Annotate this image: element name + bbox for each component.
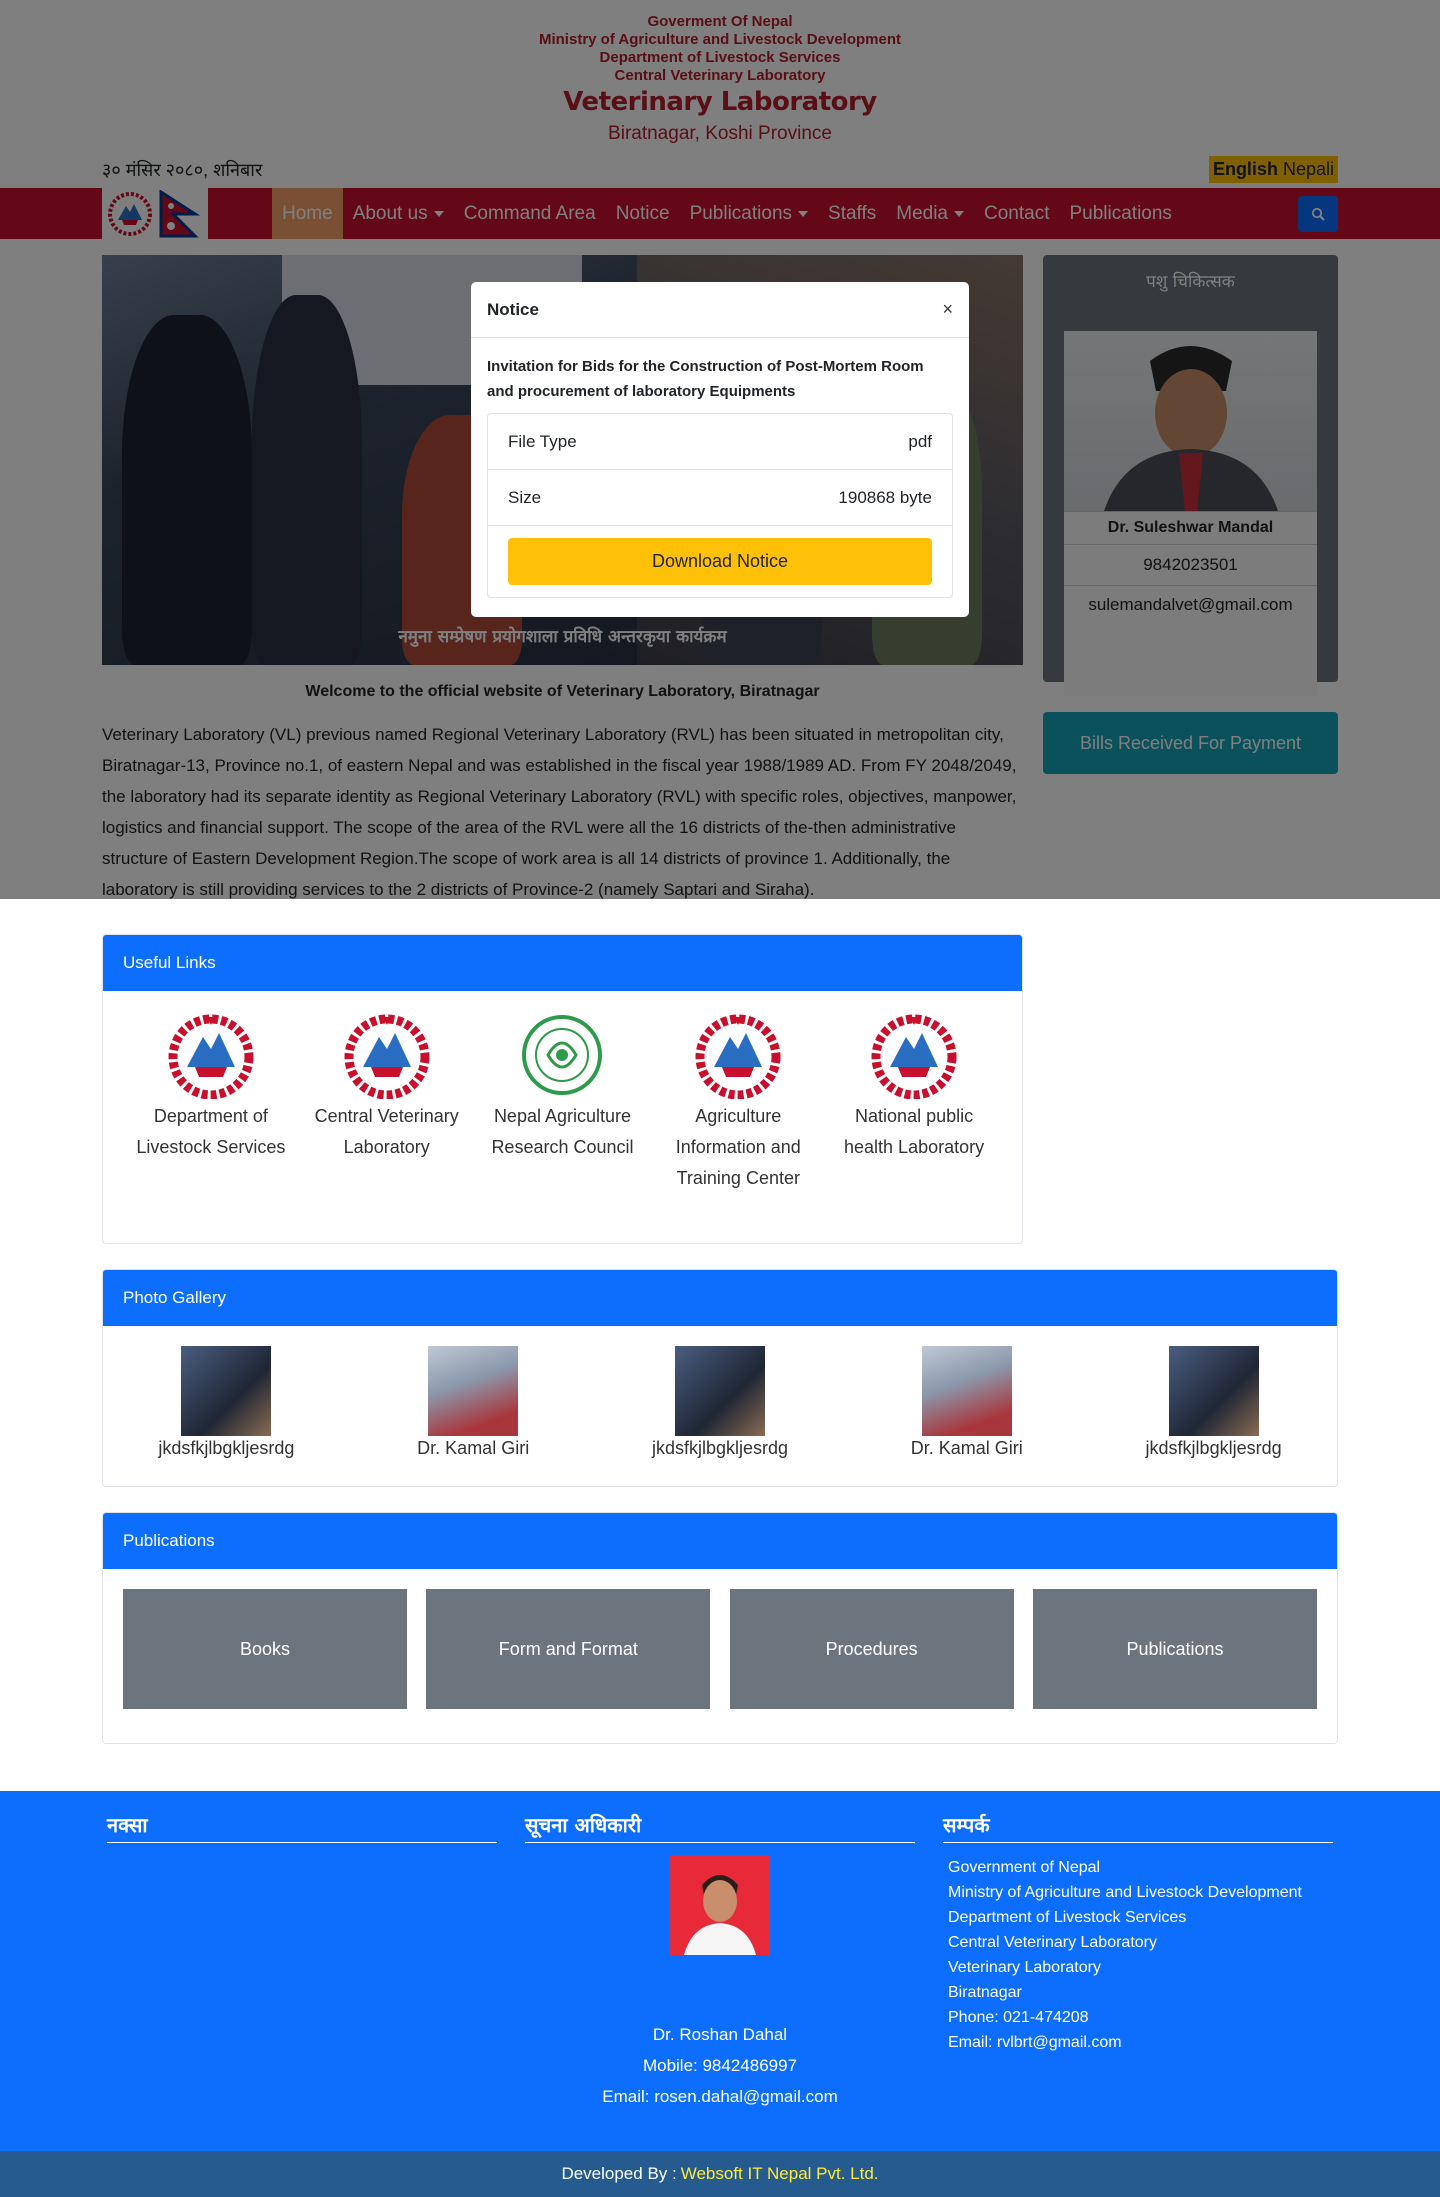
pub-tile-books[interactable]: Books: [123, 1589, 407, 1709]
developer-link[interactable]: Websoft IT Nepal Pvt. Ltd.: [681, 2164, 879, 2184]
download-notice-button[interactable]: Download Notice: [508, 538, 932, 585]
contact-line: Government of Nepal: [948, 1859, 1101, 1876]
useful-links-list: Department of Livestock Services Central…: [103, 991, 1022, 1194]
link-label: Agriculture Information and Training Cen…: [675, 1106, 801, 1188]
notice-modal: Notice × Invitation for Bids for the Con…: [471, 282, 969, 617]
useful-links-header: Useful Links: [103, 935, 1022, 991]
contact-line: Ministry of Agriculture and Livestock De…: [948, 1884, 1302, 1901]
gallery-item[interactable]: jkdsfkjlbgkljesrdg: [620, 1346, 820, 1459]
photo-gallery-header: Photo Gallery: [103, 1270, 1337, 1326]
footer-map-col: नक्सा: [102, 1811, 502, 2112]
close-icon[interactable]: ×: [942, 299, 953, 320]
link-label: National public health Laboratory: [844, 1106, 985, 1157]
modal-header: Notice ×: [471, 282, 969, 338]
contact-line: Department of Livestock Services: [948, 1909, 1187, 1926]
link-label: Department of Livestock Services: [136, 1106, 286, 1157]
gallery-caption: jkdsfkjlbgkljesrdg: [1145, 1438, 1282, 1458]
narc-logo-icon: [522, 1015, 603, 1095]
officer-name: Dr. Roshan Dahal: [652, 2025, 788, 2044]
gallery-caption: jkdsfkjlbgkljesrdg: [158, 1438, 295, 1458]
publications-header: Publications: [103, 1513, 1337, 1569]
officer-email: Email: rosen.dahal@gmail.com: [602, 2087, 838, 2106]
size-label: Size: [508, 487, 542, 507]
link-label: Central Veterinary Laboratory: [314, 1106, 459, 1157]
link-item[interactable]: Central Veterinary Laboratory: [305, 1011, 469, 1194]
contact-line: Biratnagar: [948, 1984, 1022, 2001]
link-item[interactable]: National public health Laboratory: [832, 1011, 996, 1194]
gallery-caption: jkdsfkjlbgkljesrdg: [651, 1438, 789, 1458]
gallery-item[interactable]: jkdsfkjlbgkljesrdg: [126, 1346, 326, 1459]
gallery-caption: Dr. Kamal Giri: [417, 1438, 530, 1458]
footer-contact-col: सम्पर्क Government of Nepal Ministry of …: [938, 1811, 1338, 2112]
gallery-thumbnail: [921, 1346, 1012, 1436]
officer-mobile: Mobile: 9842486997: [642, 2056, 798, 2075]
footer-officer-col: सूचना अधिकारी Dr. Roshan Dahal Mobile: 9…: [520, 1811, 920, 2112]
gallery-item[interactable]: Dr. Kamal Giri: [867, 1346, 1067, 1459]
gallery-list: jkdsfkjlbgkljesrdg Dr. Kamal Giri jkdsfk…: [103, 1326, 1337, 1459]
footer-contact-title: सम्पर्क: [943, 1811, 1333, 1843]
link-item[interactable]: Nepal Agriculture Research Council: [480, 1011, 644, 1194]
gallery-item[interactable]: Dr. Kamal Giri: [373, 1346, 573, 1459]
nepal-emblem-icon: [344, 1014, 430, 1099]
notice-description: Invitation for Bids for the Construction…: [487, 358, 924, 400]
info-officer: Dr. Roshan Dahal Mobile: 9842486997 Emai…: [525, 1855, 915, 2112]
link-item[interactable]: Agriculture Information and Training Cen…: [656, 1011, 820, 1194]
notice-details: File Type pdf Size 190868 byte Download …: [487, 413, 953, 598]
gallery-caption: Dr. Kamal Giri: [910, 1438, 1023, 1458]
gallery-thumbnail: [674, 1346, 765, 1436]
nepal-emblem-icon: [168, 1014, 254, 1099]
pub-tile-publications[interactable]: Publications: [1032, 1589, 1317, 1709]
contact-line: Central Veterinary Laboratory: [948, 1934, 1157, 1951]
gallery-thumbnail: [181, 1346, 272, 1436]
publications-card: Publications Books Form and Format Proce…: [102, 1512, 1338, 1744]
gallery-thumbnail: [1168, 1346, 1259, 1436]
size-row: Size 190868 byte: [488, 470, 952, 526]
pub-tile-form-format[interactable]: Form and Format: [426, 1589, 711, 1709]
site-footer: नक्सा सूचना अधिकारी Dr. Roshan Dahal Mob…: [0, 1791, 1440, 2151]
file-type-row: File Type pdf: [488, 414, 952, 470]
download-wrap: Download Notice: [488, 526, 952, 597]
footer-map-title: नक्सा: [107, 1811, 497, 1843]
gallery-item[interactable]: jkdsfkjlbgkljesrdg: [1114, 1346, 1314, 1459]
person-photo-icon: [670, 1855, 770, 1955]
contact-lines: Government of Nepal Ministry of Agricult…: [943, 1855, 1333, 2055]
nepal-emblem-icon: [871, 1014, 957, 1099]
developed-by-label: Developed By :: [561, 2164, 677, 2183]
file-type-label: File Type: [508, 431, 577, 451]
link-label: Nepal Agriculture Research Council: [491, 1106, 634, 1157]
gallery-thumbnail: [428, 1346, 519, 1436]
contact-line: Veterinary Laboratory: [948, 1959, 1101, 1976]
photo-gallery-card: Photo Gallery jkdsfkjlbgkljesrdg Dr. Kam…: [102, 1269, 1338, 1487]
contact-email: Email: rvlbrt@gmail.com: [948, 2034, 1122, 2051]
publications-list: Books Form and Format Procedures Publica…: [103, 1569, 1337, 1709]
officer-photo: [670, 1855, 770, 1955]
contact-phone: Phone: 021-474208: [948, 2009, 1089, 2026]
modal-title: Notice: [487, 299, 539, 319]
link-item[interactable]: Department of Livestock Services: [129, 1011, 293, 1194]
modal-body: Invitation for Bids for the Construction…: [471, 338, 969, 614]
footer-officer-title: सूचना अधिकारी: [525, 1811, 915, 1843]
pub-tile-procedures[interactable]: Procedures: [729, 1589, 1014, 1709]
nepal-emblem-icon: [695, 1014, 781, 1099]
file-type-value: pdf: [908, 431, 932, 451]
developer-bar: Developed By : Websoft IT Nepal Pvt. Ltd…: [0, 2151, 1440, 2197]
size-value: 190868 byte: [838, 487, 932, 507]
useful-links-card: Useful Links Department of Livestock Ser…: [102, 934, 1023, 1244]
